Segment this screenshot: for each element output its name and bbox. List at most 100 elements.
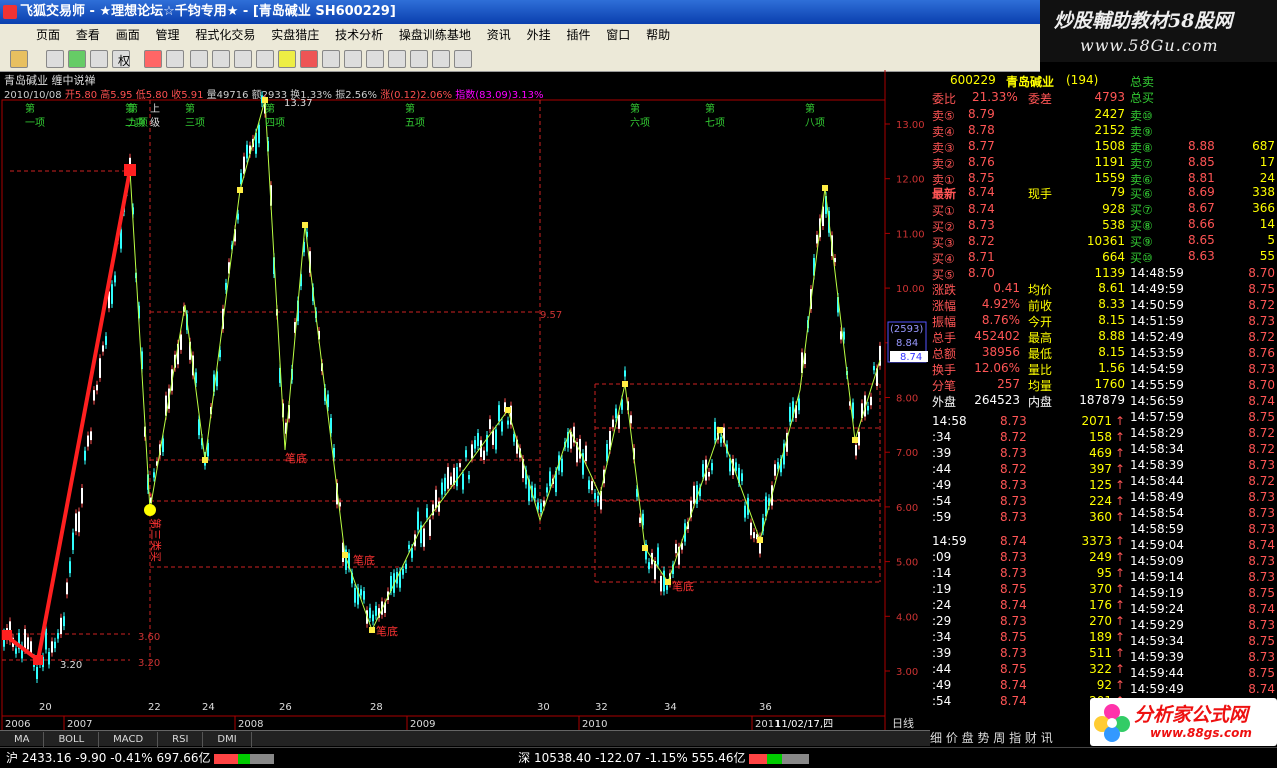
tab-rsi[interactable]: RSI (158, 732, 204, 748)
watermark-bottom-line1: 分析家公式网 (1134, 704, 1249, 726)
sh-label: 沪 (6, 751, 19, 765)
label-up2: 级 (150, 117, 160, 129)
stat-label: 涨幅 (932, 299, 957, 313)
layout4-icon[interactable] (454, 50, 472, 68)
tick-arrow-icon: ↑ (1115, 662, 1126, 676)
menu-view[interactable]: 查看 (70, 28, 106, 42)
stat-label2: 前收 (1028, 299, 1053, 313)
candle-body (87, 435, 89, 447)
menu-page[interactable]: 页面 (30, 28, 66, 42)
sell-volume: 1508 (1094, 139, 1125, 153)
grid-icon[interactable] (366, 50, 384, 68)
bi-line (129, 99, 881, 632)
top-mark: 第 (705, 102, 715, 115)
chart-icon[interactable] (190, 50, 208, 68)
stat-label2: 最高 (1028, 331, 1053, 345)
tab-ma[interactable]: MA (0, 732, 45, 748)
tick-arrow-icon: ↑ (1115, 678, 1126, 692)
menu-training[interactable]: 操盘训练基地 (393, 28, 477, 42)
quote-tabs[interactable]: 细 价 盘 势 周 指 财 讯 (930, 730, 1090, 747)
candle-body (501, 421, 503, 432)
menu-help[interactable]: 帮助 (640, 28, 676, 42)
buy-level-label: 买① (932, 204, 955, 218)
far-sell-price: 8.81 (1188, 171, 1215, 185)
stat-value: 0.41 (993, 281, 1020, 295)
layout3-icon[interactable] (432, 50, 450, 68)
glasses-icon[interactable] (166, 50, 184, 68)
zoom-in-icon[interactable] (90, 50, 108, 68)
indicator-icon[interactable] (144, 50, 162, 68)
quote-count: (194) (1066, 73, 1099, 87)
far-tick-price: 8.75 (1248, 634, 1275, 648)
label-lvl-957: 9.57 (540, 310, 562, 321)
buy-volume: 1139 (1094, 266, 1125, 280)
tick-volume: 125 (1089, 478, 1112, 492)
far-tick-price: 8.72 (1248, 442, 1275, 456)
far-tick-price: 8.73 (1248, 554, 1275, 568)
menu-manage[interactable]: 管理 (150, 28, 186, 42)
tick-price: 8.75 (1000, 662, 1027, 676)
year-label: 2010 (582, 719, 607, 730)
period-label[interactable]: 日线 (892, 716, 914, 730)
menu-plugin[interactable]: 插件 (560, 28, 596, 42)
ruler-icon[interactable] (256, 50, 274, 68)
waipan-label: 外盘 (932, 395, 957, 409)
tick-price: 8.73 (1000, 614, 1027, 628)
layout2-icon[interactable] (410, 50, 428, 68)
ytick-label: 12.00 (896, 175, 925, 186)
tick-arrow-icon: ↑ (1115, 646, 1126, 660)
level-lines (2, 100, 881, 670)
text-icon[interactable] (344, 50, 362, 68)
buy-volume: 10361 (1086, 234, 1125, 248)
move-icon[interactable] (68, 50, 86, 68)
cursor-icon[interactable] (212, 50, 230, 68)
menu-screen[interactable]: 画面 (110, 28, 146, 42)
layout1-icon[interactable] (388, 50, 406, 68)
tick-volume: 2071 (1081, 414, 1112, 428)
rights-select[interactable]: 权 (118, 52, 130, 69)
lock-icon[interactable] (322, 50, 340, 68)
far-tick-time: 14:52:49 (1130, 330, 1184, 344)
tab-boll[interactable]: BOLL (44, 732, 100, 748)
sell-volume: 2427 (1094, 107, 1125, 121)
candle-body (243, 156, 245, 174)
tab-macd[interactable]: MACD (99, 732, 159, 748)
candle-body (81, 488, 83, 504)
folder-icon[interactable] (10, 50, 28, 68)
candle-body (411, 548, 413, 558)
candle-body (483, 450, 485, 461)
sell-price: 8.75 (968, 171, 995, 185)
stat-value: 8.76% (981, 313, 1020, 327)
candle-body (477, 433, 479, 446)
sell-volume: 1191 (1094, 155, 1125, 169)
tick-time: 14:59 (932, 534, 967, 548)
menu-analysis[interactable]: 技术分析 (329, 28, 389, 42)
buy-price: 8.72 (968, 234, 995, 248)
candle-body (360, 589, 362, 596)
emoji-icon[interactable] (278, 50, 296, 68)
candle-body (663, 570, 665, 592)
candle-body (114, 275, 116, 283)
candle-body (447, 467, 449, 489)
label-bi-di1: 笔底 (285, 451, 307, 465)
stat-value: 38956 (981, 345, 1020, 359)
sz-change: -122.07 (595, 751, 642, 765)
candle-body (15, 648, 17, 654)
total-sell-label: 总卖 (1130, 75, 1155, 89)
menu-programming[interactable]: 程式化交易 (189, 28, 261, 42)
tab-dmi[interactable]: DMI (203, 732, 252, 748)
bsi-icon[interactable] (46, 50, 64, 68)
menu-hunt[interactable]: 实盘猎庄 (265, 28, 325, 42)
candles (3, 91, 881, 684)
far-tick-price: 8.75 (1248, 282, 1275, 296)
alert-icon[interactable] (300, 50, 318, 68)
menu-window[interactable]: 窗口 (600, 28, 636, 42)
far-tick-time: 14:59:24 (1130, 602, 1184, 616)
far-buy-volume: 338 (1252, 185, 1275, 199)
menu-info[interactable]: 资讯 (481, 28, 517, 42)
top-mark-sub: 九项 (128, 117, 148, 129)
draw-icon[interactable] (234, 50, 252, 68)
kline-chart[interactable]: 13.0012.0011.0010.009.008.007.006.005.00… (0, 70, 930, 730)
xtick-label: 26 (279, 702, 292, 713)
menu-plugin-ext[interactable]: 外挂 (521, 28, 557, 42)
